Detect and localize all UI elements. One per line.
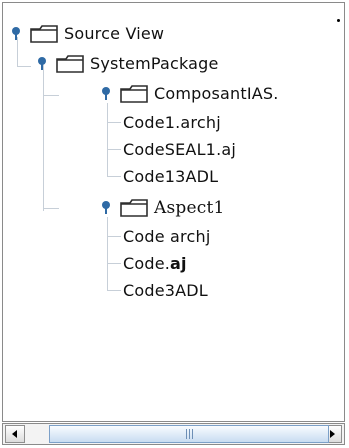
left-arrow-icon: [12, 430, 17, 438]
tree-leaf-label-plain: Code.: [123, 254, 171, 273]
panel-marker: [337, 19, 340, 22]
tree-node-composantias[interactable]: ComposantIAS.: [98, 81, 279, 107]
tree-leaf-label: Code.aj: [123, 252, 187, 276]
horizontal-scrollbar[interactable]: [2, 423, 345, 445]
tree-leaf-label: Code archj: [123, 227, 211, 246]
tree-leaf-code13adl[interactable]: Code13ADL: [123, 164, 218, 190]
folder-icon: [30, 25, 58, 43]
guide-line: [43, 208, 59, 209]
tree-node-source-view[interactable]: Source View: [8, 21, 164, 47]
tree-leaf-code3adl[interactable]: Code3ADL: [123, 278, 208, 304]
tree-node-system-package[interactable]: SystemPackage: [34, 51, 219, 77]
tree-node-label: Source View: [64, 24, 165, 43]
tree-leaf-label: Code3ADL: [123, 281, 208, 300]
tree-leaf-label-bold: aj: [170, 254, 187, 273]
guide-line: [43, 95, 59, 96]
tree-node-aspect1[interactable]: Aspect1: [98, 195, 225, 221]
tree-node-label: Aspect1: [154, 198, 225, 218]
tree-leaf-code1-archj[interactable]: Code1.archj: [123, 110, 221, 136]
guide-line: [107, 236, 121, 237]
tree-leaf-code-archj[interactable]: Code archj: [123, 224, 210, 250]
guide-line: [107, 290, 121, 291]
tree-leaf-label: CodeSEAL1.aj: [123, 140, 237, 159]
folder-icon: [56, 55, 84, 73]
tree-panel: Source View SystemPackage ComposantIAS.: [2, 2, 345, 422]
guide-line: [107, 149, 121, 150]
tree-leaf-label: Code1.archj: [123, 113, 221, 132]
tree-node-label: ComposantIAS.: [154, 84, 279, 103]
guide-line: [107, 176, 121, 177]
scroll-track[interactable]: [27, 425, 329, 443]
guide-line: [107, 217, 108, 291]
tree-leaf-code-aj[interactable]: Code.aj: [123, 251, 187, 277]
scroll-thumb[interactable]: [49, 425, 329, 443]
tree-node-label: SystemPackage: [90, 54, 219, 73]
guide-line: [17, 66, 31, 67]
expand-handle-icon[interactable]: [98, 86, 114, 102]
expand-handle-icon[interactable]: [34, 56, 50, 72]
grip-icon: [185, 429, 193, 439]
guide-line: [107, 122, 121, 123]
guide-line: [43, 65, 44, 211]
guide-line: [107, 263, 121, 264]
folder-icon: [120, 85, 148, 103]
tree-leaf-label: Code13ADL: [123, 167, 219, 186]
tree-leaf-codeseal1-aj[interactable]: CodeSEAL1.aj: [123, 137, 236, 163]
expand-handle-icon[interactable]: [98, 200, 114, 216]
expand-handle-icon[interactable]: [8, 26, 24, 42]
guide-line: [107, 103, 108, 177]
scroll-left-button[interactable]: [5, 425, 25, 443]
folder-icon: [120, 199, 148, 217]
